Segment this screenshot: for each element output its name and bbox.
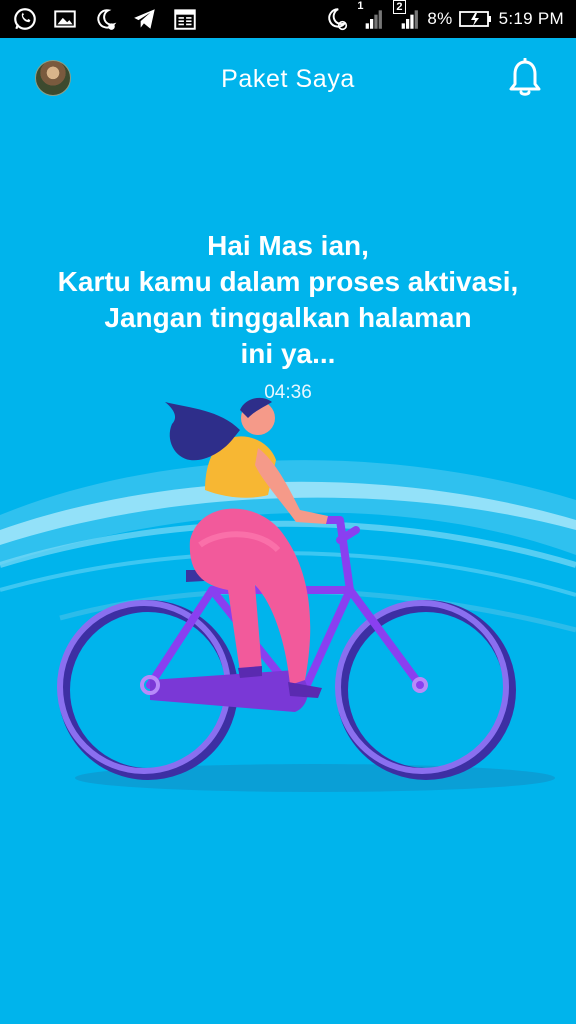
whatsapp-icon (12, 6, 38, 32)
chain-guard (150, 670, 308, 712)
battery-percent: 8% (427, 9, 453, 28)
signal-icon: 2 (391, 0, 421, 32)
message-line-3: Jangan tinggalkan halaman (104, 302, 472, 333)
clock: 5:19 PM (498, 9, 564, 28)
battery-icon (458, 6, 493, 32)
message-line-2: Kartu kamu dalam proses aktivasi, (57, 266, 519, 297)
signal-icon: 1 (355, 0, 385, 32)
greeting-line: Hai Mas ian, (207, 230, 369, 261)
sim1-label: 1 (357, 0, 364, 12)
cyclist-illustration (0, 397, 576, 792)
gallery-icon (52, 6, 78, 32)
status-bar: 1 2 8% 5:19 PM (0, 0, 576, 38)
app-header: Paket Saya (0, 38, 576, 120)
telegram-icon (132, 6, 158, 32)
moon-alarm-icon (323, 6, 349, 32)
dnd-moon-icon (92, 6, 118, 32)
message-line-4: ini ya... (240, 338, 336, 369)
sim2-label: 2 (393, 0, 406, 14)
calendar-icon (172, 6, 198, 32)
bell-icon[interactable] (508, 57, 542, 98)
page-title: Paket Saya (221, 65, 355, 93)
activation-message: Hai Mas ian, Kartu kamu dalam proses akt… (20, 228, 556, 372)
